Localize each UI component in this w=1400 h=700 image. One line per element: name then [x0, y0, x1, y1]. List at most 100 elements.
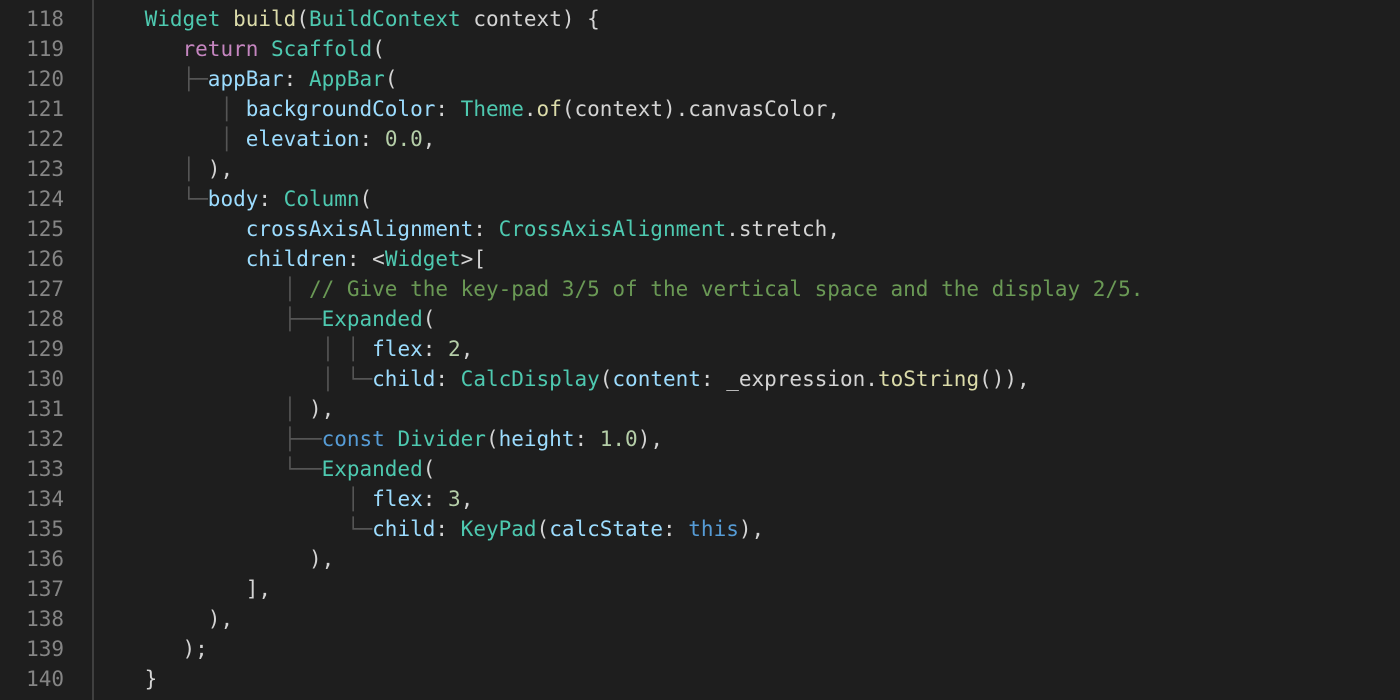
indent-guide: │: [94, 397, 309, 421]
code-token: calcState: [549, 517, 663, 541]
line-number-gutter: 1181191201211221231241251261271281291301…: [0, 0, 92, 700]
line-number: 140: [0, 664, 64, 694]
code-line[interactable]: └──Expanded(: [94, 454, 1400, 484]
indent-guide: [94, 247, 246, 271]
code-token: }: [145, 667, 158, 691]
code-token: );: [183, 637, 208, 661]
code-line[interactable]: └─body: Column(: [94, 184, 1400, 214]
code-token: ()),: [979, 367, 1030, 391]
code-token: // Give the key-pad 3/5 of the vertical …: [309, 277, 1143, 301]
code-line[interactable]: Widget build(BuildContext context) {: [94, 4, 1400, 34]
code-token: (: [296, 7, 309, 31]
code-line[interactable]: children: <Widget>[: [94, 244, 1400, 274]
code-token: ],: [246, 577, 271, 601]
code-token: : <: [347, 247, 385, 271]
code-token: (: [423, 457, 436, 481]
line-number: 134: [0, 484, 64, 514]
code-line[interactable]: └─child: KeyPad(calcState: this),: [94, 514, 1400, 544]
code-token: AppBar: [309, 67, 385, 91]
indent-guide: ├──: [94, 307, 322, 331]
line-number: 118: [0, 4, 64, 34]
code-token: ,: [423, 127, 436, 151]
code-token: Widget: [145, 7, 234, 31]
line-number: 128: [0, 304, 64, 334]
code-line[interactable]: │ ),: [94, 154, 1400, 184]
code-line[interactable]: │ elevation: 0.0,: [94, 124, 1400, 154]
code-token: CalcDisplay: [461, 367, 600, 391]
code-token: child: [372, 367, 435, 391]
code-line[interactable]: │ ),: [94, 394, 1400, 424]
indent-guide: [94, 577, 246, 601]
indent-guide: [94, 37, 183, 61]
code-token: Divider: [397, 427, 486, 451]
line-number: 123: [0, 154, 64, 184]
code-token: backgroundColor: [246, 97, 436, 121]
code-token: :: [423, 337, 448, 361]
line-number: 121: [0, 94, 64, 124]
indent-guide: └─: [94, 187, 208, 211]
code-token: :: [284, 67, 309, 91]
code-token: (: [600, 367, 613, 391]
code-token: height: [499, 427, 575, 451]
code-line[interactable]: ),: [94, 544, 1400, 574]
code-token: ),: [208, 607, 233, 631]
code-line[interactable]: ├─appBar: AppBar(: [94, 64, 1400, 94]
code-line[interactable]: ],: [94, 574, 1400, 604]
code-token: ),: [309, 397, 334, 421]
line-number: 133: [0, 454, 64, 484]
line-number: 130: [0, 364, 64, 394]
code-token: CrossAxisAlignment: [499, 217, 727, 241]
code-token: Expanded: [322, 457, 423, 481]
line-number: 120: [0, 64, 64, 94]
line-number: 125: [0, 214, 64, 244]
code-token: flex: [372, 487, 423, 511]
code-token: ),: [208, 157, 233, 181]
code-token: :: [435, 97, 460, 121]
code-token: build: [233, 7, 296, 31]
code-token: :: [473, 217, 498, 241]
indent-guide: [94, 7, 145, 31]
code-line[interactable]: │ │ flex: 2,: [94, 334, 1400, 364]
indent-guide: [94, 217, 246, 241]
code-token: >[: [461, 247, 486, 271]
code-token: of: [537, 97, 562, 121]
code-line[interactable]: return Scaffold(: [94, 34, 1400, 64]
code-token: (: [423, 307, 436, 331]
code-line[interactable]: ├──Expanded(: [94, 304, 1400, 334]
code-token: ,: [461, 487, 474, 511]
line-number: 131: [0, 394, 64, 424]
code-token: this: [688, 517, 739, 541]
indent-guide: [94, 667, 145, 691]
code-line[interactable]: ),: [94, 604, 1400, 634]
line-number: 126: [0, 244, 64, 274]
code-line[interactable]: ├──const Divider(height: 1.0),: [94, 424, 1400, 454]
code-token: appBar: [208, 67, 284, 91]
code-line[interactable]: │ └─child: CalcDisplay(content: _express…: [94, 364, 1400, 394]
line-number: 137: [0, 574, 64, 604]
code-content[interactable]: Widget build(BuildContext context) { ret…: [94, 0, 1400, 700]
code-line[interactable]: );: [94, 634, 1400, 664]
line-number: 124: [0, 184, 64, 214]
indent-guide: │: [94, 157, 208, 181]
line-number: 129: [0, 334, 64, 364]
code-token: (: [537, 517, 550, 541]
code-token: child: [372, 517, 435, 541]
line-number: 132: [0, 424, 64, 454]
indent-guide: └─: [94, 517, 372, 541]
code-token: Theme: [461, 97, 524, 121]
code-line[interactable]: │ // Give the key-pad 3/5 of the vertica…: [94, 274, 1400, 304]
code-token: const: [322, 427, 398, 451]
code-line[interactable]: │ flex: 3,: [94, 484, 1400, 514]
indent-guide: │: [94, 127, 246, 151]
code-line[interactable]: │ backgroundColor: Theme.of(context).can…: [94, 94, 1400, 124]
code-line[interactable]: }: [94, 664, 1400, 694]
code-token: return: [183, 37, 272, 61]
line-number: 139: [0, 634, 64, 664]
code-token: ),: [739, 517, 764, 541]
indent-guide: [94, 637, 183, 661]
code-line[interactable]: crossAxisAlignment: CrossAxisAlignment.s…: [94, 214, 1400, 244]
indent-guide: │ └─: [94, 367, 372, 391]
code-editor[interactable]: 1181191201211221231241251261271281291301…: [0, 0, 1400, 700]
code-token: toString: [878, 367, 979, 391]
line-number: 138: [0, 604, 64, 634]
